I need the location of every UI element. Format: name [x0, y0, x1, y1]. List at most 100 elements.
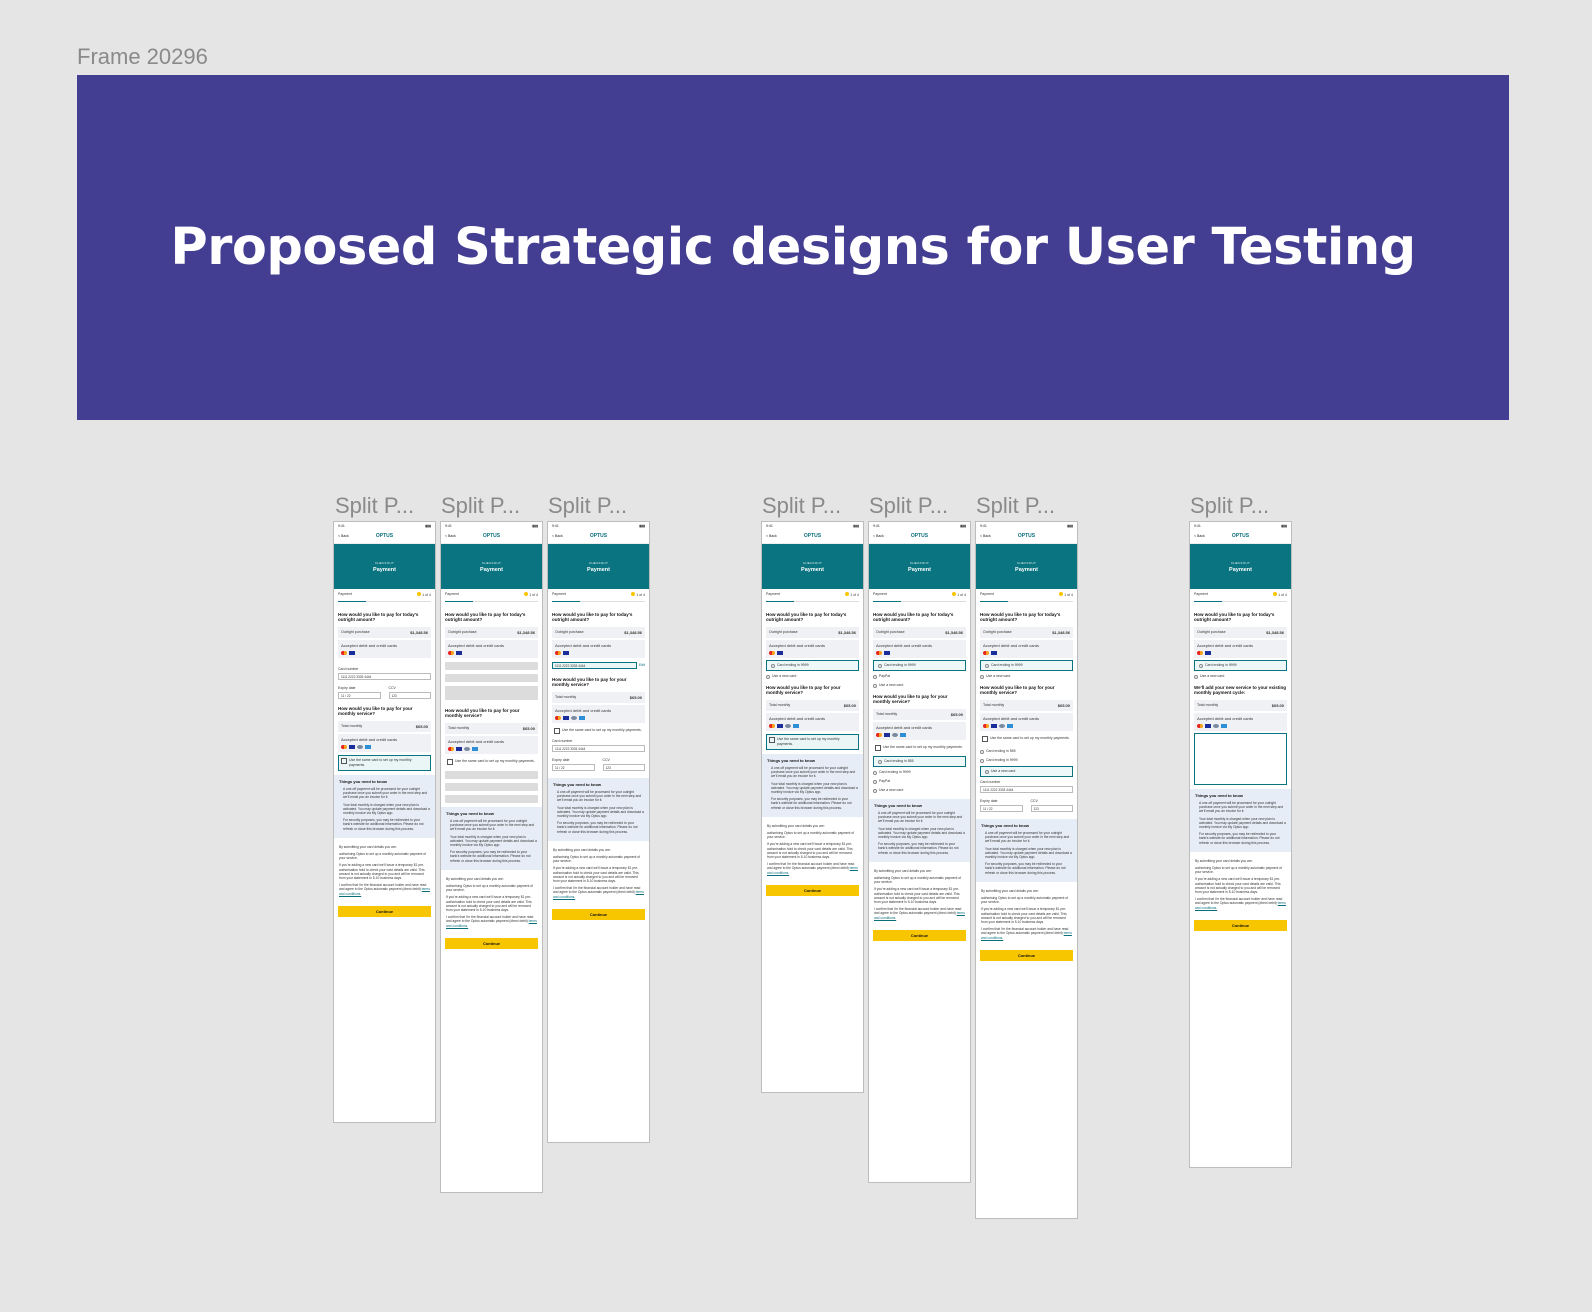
amex-icon — [900, 733, 906, 737]
same-card-checkbox[interactable]: Use the same card to set up my monthly p… — [552, 726, 645, 736]
radio-new-card[interactable]: Use a new card — [980, 766, 1073, 777]
page-title: Payment — [480, 566, 503, 573]
continue-button[interactable]: Continue — [1194, 919, 1287, 931]
amex-icon — [793, 724, 799, 728]
phone-screen-1: 9:41 ▮▮▮ < Back OPTUS CHECKOUT Payment Paym… — [333, 521, 436, 1123]
page-title: Payment — [1015, 566, 1038, 573]
visa-icon — [777, 724, 783, 728]
phone-screen-4: 9:41 ▮▮▮ < Back OPTUS CHECKOUT Payment Paym… — [761, 521, 864, 1093]
radio-card-555[interactable]: Card ending in 555 — [976, 747, 1077, 756]
continue-button[interactable]: Continue — [766, 884, 859, 896]
visa-icon — [991, 724, 997, 728]
mastercard-icon — [341, 745, 347, 749]
mastercard-icon — [983, 651, 989, 655]
visa-icon — [777, 651, 783, 655]
radio-card-9999[interactable]: Card ending in 9999 — [1194, 660, 1287, 671]
visa-icon — [1205, 651, 1211, 655]
amex-icon — [365, 745, 371, 749]
radio-card-9999[interactable]: Card ending in 9999 — [869, 768, 970, 777]
visa-icon — [456, 747, 462, 751]
visa-icon — [456, 651, 462, 655]
existing-account-card[interactable] — [1194, 733, 1287, 785]
loading-placeholder — [445, 674, 538, 682]
ccv-input[interactable]: 123 — [602, 764, 645, 771]
continue-button[interactable]: Continue — [338, 905, 431, 917]
radio-new-card[interactable]: Use a new card — [976, 672, 1077, 681]
ccv-input[interactable]: 123 — [388, 692, 431, 699]
mastercard-icon — [555, 651, 561, 655]
mastercard-icon — [983, 724, 989, 728]
same-card-checkbox[interactable]: Use the same card to set up my monthly p… — [338, 755, 431, 771]
diners-icon — [892, 733, 898, 737]
radio-new-card[interactable]: Use a new card — [869, 786, 970, 795]
expiry-input[interactable]: 11 / 22 — [980, 805, 1023, 812]
page-title: Payment — [801, 566, 824, 573]
ccv-input[interactable]: 123 — [1030, 805, 1073, 812]
mastercard-icon — [769, 724, 775, 728]
continue-button[interactable]: Continue — [873, 929, 966, 941]
title-banner: Proposed Strategic designs for User Test… — [77, 75, 1509, 420]
same-card-checkbox[interactable]: Use the same card to set up my monthly p… — [766, 734, 859, 750]
continue-button[interactable]: Continue — [445, 937, 538, 949]
phone-screen-3: 9:41 ▮▮▮ < Back OPTUS CHECKOUT Payment Paym… — [547, 521, 650, 1143]
brand-logo: OPTUS — [589, 533, 608, 539]
loading-placeholder — [445, 783, 538, 791]
visa-icon — [1205, 724, 1211, 728]
diners-icon — [1213, 724, 1219, 728]
card-number-input[interactable]: 1111 2222 3333 4444 — [552, 745, 645, 752]
brand-logo: OPTUS — [482, 533, 501, 539]
phone-screen-6: 9:41 ▮▮▮ < Back OPTUS CHECKOUT Payment Paym… — [975, 521, 1078, 1219]
phone-screen-5: 9:41 ▮▮▮ < Back OPTUS CHECKOUT Payment Paym… — [868, 521, 971, 1183]
diners-icon — [999, 724, 1005, 728]
radio-card-9999[interactable]: Card ending in 9999 — [980, 660, 1073, 671]
loading-placeholder — [445, 686, 538, 700]
brand-logo: OPTUS — [803, 533, 822, 539]
phone-label-2: Split P... — [441, 493, 521, 518]
saved-card-input[interactable]: 1111 2222 3333 4444 — [552, 662, 637, 669]
page-title: Payment — [1229, 566, 1252, 573]
phone-screen-7: 9:41 ▮▮▮ < Back OPTUS CHECKOUT Payment Paym… — [1189, 521, 1292, 1168]
phone-label-4: Split P... — [762, 493, 842, 518]
visa-icon — [349, 745, 355, 749]
radio-card-9999[interactable]: Card ending in 9999 — [873, 660, 966, 671]
radio-new-card[interactable]: Use a new card — [762, 672, 863, 681]
phone-label-3: Split P... — [548, 493, 628, 518]
continue-button[interactable]: Continue — [552, 908, 645, 920]
loading-placeholder — [445, 795, 538, 803]
radio-paypal[interactable]: PayPal — [869, 672, 970, 681]
diners-icon — [464, 747, 470, 751]
same-card-checkbox[interactable]: Use the same card to set up my monthly p… — [445, 757, 538, 767]
edit-link[interactable]: Edit — [639, 663, 645, 668]
expiry-input[interactable]: 11 / 22 — [338, 692, 381, 699]
page-title: Payment — [373, 566, 396, 573]
same-card-checkbox[interactable]: Use the same card to set up my monthly p… — [980, 734, 1073, 744]
diners-icon — [571, 716, 577, 720]
radio-paypal[interactable]: PayPal — [869, 777, 970, 786]
amex-icon — [1221, 724, 1227, 728]
visa-icon — [884, 733, 890, 737]
page-title: Payment — [587, 566, 610, 573]
card-number-input[interactable]: 1111 2222 3333 4444 — [980, 786, 1073, 793]
radio-card-9999[interactable]: Card ending in 9999 — [976, 756, 1077, 765]
continue-button[interactable]: Continue — [980, 949, 1073, 961]
radio-new-card[interactable]: Use a new card — [869, 681, 970, 690]
same-card-checkbox[interactable]: Use the same card to set up my monthly p… — [873, 743, 966, 753]
visa-icon — [884, 651, 890, 655]
radio-card-555[interactable]: Card ending in 555 — [873, 756, 966, 767]
diners-icon — [785, 724, 791, 728]
phone-label-7: Split P... — [1190, 493, 1270, 518]
banner-title: Proposed Strategic designs for User Test… — [170, 218, 1416, 277]
radio-card-9999[interactable]: Card ending in 9999 — [766, 660, 859, 671]
loading-placeholder — [445, 662, 538, 670]
mastercard-icon — [341, 651, 347, 655]
page-title: Payment — [908, 566, 931, 573]
frame-label: Frame 20296 — [77, 44, 208, 69]
visa-icon — [563, 651, 569, 655]
brand-logo: OPTUS — [910, 533, 929, 539]
card-number-input[interactable]: 1111 2222 3333 4444 — [338, 673, 431, 680]
expiry-input[interactable]: 11 / 22 — [552, 764, 595, 771]
radio-new-card[interactable]: Use a new card — [1190, 672, 1291, 681]
loading-placeholder — [445, 771, 538, 779]
amex-icon — [472, 747, 478, 751]
mastercard-icon — [448, 747, 454, 751]
